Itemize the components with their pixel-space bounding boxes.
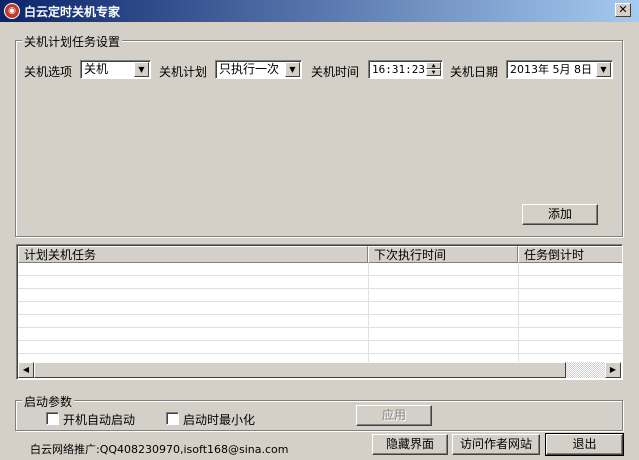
app-logo-icon: ◉ bbox=[4, 3, 20, 19]
promo-text: 白云网络推广:QQ408230970,isoft168@sina.com bbox=[30, 443, 289, 456]
shutdown-option-value: 关机 bbox=[84, 62, 109, 76]
shutdown-date-picker[interactable]: 2013年 5月 8日 ▼ bbox=[506, 60, 613, 79]
date-label: 关机日期 bbox=[450, 65, 499, 79]
exit-button[interactable]: 退出 bbox=[545, 433, 624, 456]
list-item bbox=[18, 315, 622, 328]
window-title: 白云定时关机专家 bbox=[24, 4, 121, 19]
apply-button[interactable]: 应用 bbox=[356, 405, 432, 426]
title-bar: ◉ 白云定时关机专家 ✕ bbox=[0, 0, 639, 22]
option-label: 关机选项 bbox=[24, 65, 73, 79]
task-list[interactable]: 计划关机任务 下次执行时间 任务倒计时 ◀ ▶ bbox=[16, 244, 623, 380]
column-header-next-run[interactable]: 下次执行时间 bbox=[368, 246, 518, 263]
scroll-thumb[interactable] bbox=[34, 362, 566, 378]
visit-author-site-button[interactable]: 访问作者网站 bbox=[452, 434, 540, 455]
plan-label: 关机计划 bbox=[159, 65, 208, 79]
chevron-down-icon[interactable]: ▼ bbox=[134, 62, 149, 77]
task-settings-group-label: 关机计划任务设置 bbox=[22, 33, 123, 50]
startup-group-label: 启动参数 bbox=[22, 393, 75, 410]
list-item bbox=[18, 328, 622, 341]
list-item bbox=[18, 289, 622, 302]
minimize-label[interactable]: 启动时最小化 bbox=[183, 411, 255, 428]
autostart-checkbox[interactable] bbox=[46, 412, 59, 425]
add-button[interactable]: 添加 bbox=[522, 204, 598, 225]
shutdown-plan-value: 只执行一次 bbox=[219, 62, 280, 76]
horizontal-scrollbar[interactable]: ◀ ▶ bbox=[18, 362, 621, 378]
task-list-header: 计划关机任务 下次执行时间 任务倒计时 bbox=[18, 246, 622, 263]
autostart-label[interactable]: 开机自动启动 bbox=[63, 411, 135, 428]
spin-down-icon[interactable]: ▼ bbox=[426, 69, 441, 76]
shutdown-plan-select[interactable]: 只执行一次 ▼ bbox=[215, 60, 302, 79]
list-item bbox=[18, 263, 622, 276]
chevron-down-icon[interactable]: ▼ bbox=[285, 62, 300, 77]
scroll-left-icon[interactable]: ◀ bbox=[18, 362, 34, 378]
column-header-task[interactable]: 计划关机任务 bbox=[18, 246, 368, 263]
shutdown-option-select[interactable]: 关机 ▼ bbox=[80, 60, 151, 79]
list-item bbox=[18, 341, 622, 354]
scroll-right-icon[interactable]: ▶ bbox=[605, 362, 621, 378]
task-list-rows bbox=[18, 263, 622, 367]
close-button[interactable]: ✕ bbox=[615, 3, 631, 17]
shutdown-date-value: 2013年 5月 8日 bbox=[510, 63, 592, 76]
list-item bbox=[18, 276, 622, 289]
column-header-countdown[interactable]: 任务倒计时 bbox=[518, 246, 622, 263]
chevron-down-icon[interactable]: ▼ bbox=[596, 62, 611, 77]
spin-up-icon[interactable]: ▲ bbox=[426, 62, 441, 69]
shutdown-time-value: 16:31:23 bbox=[372, 63, 425, 76]
time-spinner[interactable]: ▲ ▼ bbox=[426, 62, 441, 77]
list-item bbox=[18, 302, 622, 315]
hide-ui-button[interactable]: 隐藏界面 bbox=[372, 434, 448, 455]
time-label: 关机时间 bbox=[311, 65, 360, 79]
minimize-checkbox[interactable] bbox=[166, 412, 179, 425]
shutdown-time-input[interactable]: 16:31:23 ▲ ▼ bbox=[368, 60, 443, 79]
